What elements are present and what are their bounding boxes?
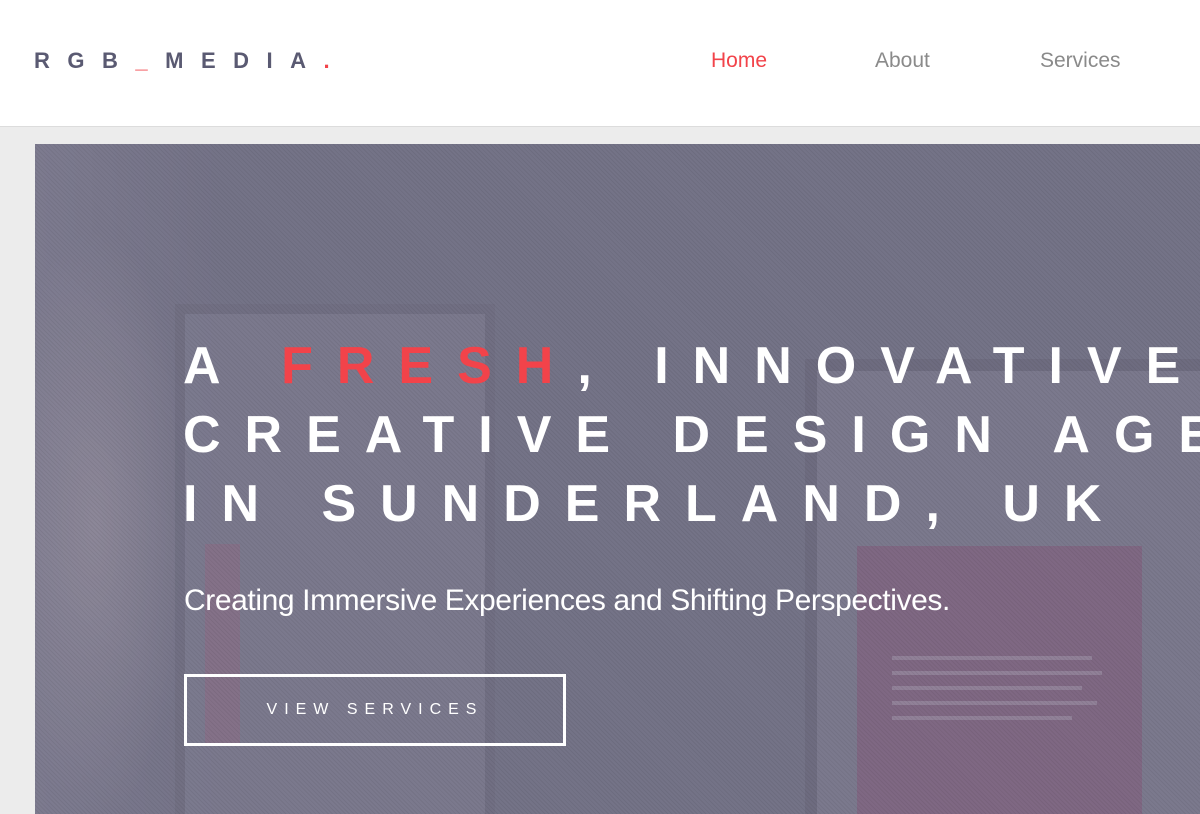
logo-underscore: _ [135, 48, 166, 73]
nav-services[interactable]: Services [1040, 46, 1121, 76]
logo-text-media: MEDIA [165, 48, 324, 73]
logo-text-rgb: RGB [34, 48, 136, 73]
headline-line-2: CREATIVE DESIGN AGENCY [183, 406, 1200, 464]
hero-banner: A FRESH, INNOVATIVE CREATIVE DESIGN AGEN… [35, 144, 1200, 814]
hero-subtitle: Creating Immersive Experiences and Shift… [184, 584, 950, 617]
headline-accent-word: FRESH [281, 337, 578, 395]
logo-dot: . [323, 48, 348, 73]
rgb-media-logo[interactable]: RGB _ MEDIA . [34, 46, 347, 76]
site-header: RGB _ MEDIA . Home About Services [0, 0, 1200, 127]
hero-headline: A FRESH, INNOVATIVE CREATIVE DESIGN AGEN… [183, 332, 1200, 539]
headline-line-3: IN SUNDERLAND, UK [183, 475, 1126, 533]
nav-home[interactable]: Home [711, 46, 767, 76]
headline-line-1: A FRESH, INNOVATIVE [183, 337, 1200, 395]
view-services-button[interactable]: VIEW SERVICES [184, 674, 566, 746]
nav-about[interactable]: About [875, 46, 930, 76]
